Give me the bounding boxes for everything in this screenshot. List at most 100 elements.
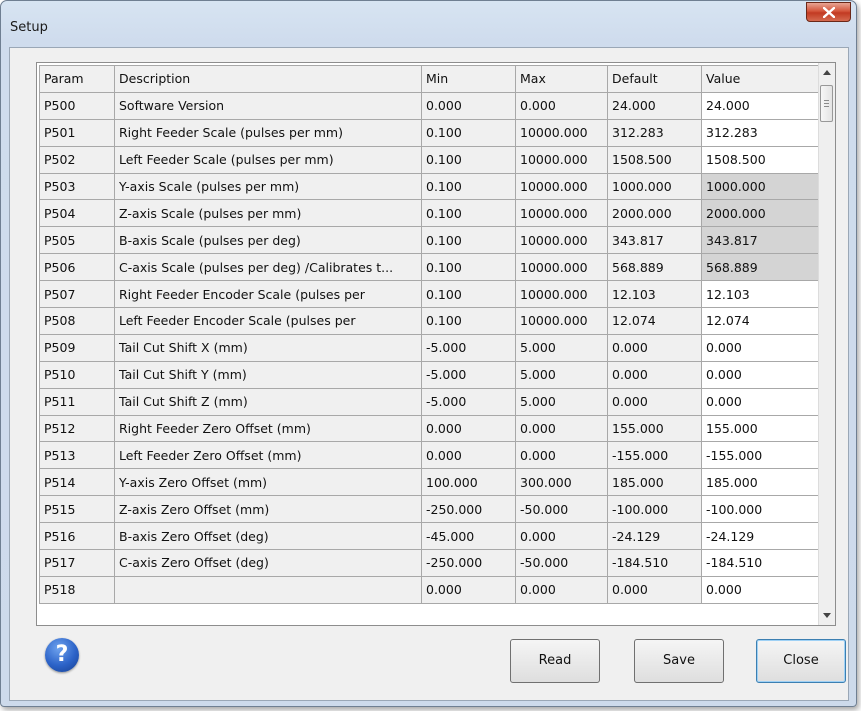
desc-cell: Tail Cut Shift Y (mm) xyxy=(114,360,422,389)
table-row[interactable]: P515 Z-axis Zero Offset (mm) -250.000 -50.0… xyxy=(39,495,821,524)
table-row[interactable]: P503 Y-axis Scale (pulses per mm) 0.100 100… xyxy=(39,172,821,201)
value-cell[interactable]: 0.000 xyxy=(701,333,821,362)
column-header-default[interactable]: Default xyxy=(607,65,702,93)
min-cell: 0.100 xyxy=(421,199,516,228)
table-row[interactable]: P516 B-axis Zero Offset (deg) -45.000 0.000… xyxy=(39,522,821,551)
max-cell: -50.000 xyxy=(515,495,608,524)
param-cell: P514 xyxy=(39,468,115,497)
close-button[interactable]: Close xyxy=(756,639,846,683)
table-row[interactable]: P518 0.000 0.000 0.000 0.000 xyxy=(39,575,821,604)
value-cell: 343.817 xyxy=(701,226,821,255)
column-header-min[interactable]: Min xyxy=(421,65,516,93)
column-header-description[interactable]: Description xyxy=(114,65,422,93)
table-row[interactable]: P505 B-axis Scale (pulses per deg) 0.100 10… xyxy=(39,226,821,255)
default-cell: 0.000 xyxy=(607,360,702,389)
desc-cell: Left Feeder Zero Offset (mm) xyxy=(114,441,422,470)
desc-cell: Tail Cut Shift X (mm) xyxy=(114,333,422,362)
min-cell: -5.000 xyxy=(421,360,516,389)
desc-cell: Tail Cut Shift Z (mm) xyxy=(114,387,422,416)
value-cell[interactable]: -24.129 xyxy=(701,522,821,551)
param-cell: P507 xyxy=(39,280,115,309)
min-cell: 0.100 xyxy=(421,145,516,174)
table-row[interactable]: P513 Left Feeder Zero Offset (mm) 0.000 0.0… xyxy=(39,441,821,470)
value-cell[interactable]: 0.000 xyxy=(701,387,821,416)
desc-cell: Right Feeder Encoder Scale (pulses per xyxy=(114,280,422,309)
max-cell: -50.000 xyxy=(515,549,608,577)
value-cell[interactable]: 12.074 xyxy=(701,307,821,335)
value-cell[interactable]: 24.000 xyxy=(701,91,821,120)
table-row[interactable]: P500 Software Version 0.000 0.000 24.000 24.0… xyxy=(39,91,821,120)
default-cell: -155.000 xyxy=(607,441,702,470)
title-bar[interactable]: Setup xyxy=(1,1,856,35)
value-cell[interactable]: 12.103 xyxy=(701,280,821,309)
param-cell: P518 xyxy=(39,575,115,604)
min-cell: 0.100 xyxy=(421,253,516,282)
help-icon[interactable]: ? xyxy=(45,638,79,672)
min-cell: 0.100 xyxy=(421,118,516,147)
table-row[interactable]: P512 Right Feeder Zero Offset (mm) 0.000 0.… xyxy=(39,414,821,443)
default-cell: 2000.000 xyxy=(607,199,702,228)
table-row[interactable]: P511 Tail Cut Shift Z (mm) -5.000 5.000 0.00… xyxy=(39,387,821,416)
value-cell[interactable]: -155.000 xyxy=(701,441,821,470)
table-row[interactable]: P501 Right Feeder Scale (pulses per mm) 0.… xyxy=(39,118,821,147)
column-header-max[interactable]: Max xyxy=(515,65,608,93)
table-row[interactable]: P510 Tail Cut Shift Y (mm) -5.000 5.000 0.00… xyxy=(39,360,821,389)
default-cell: 24.000 xyxy=(607,91,702,120)
table-row[interactable]: P514 Y-axis Zero Offset (mm) 100.000 300.00… xyxy=(39,468,821,497)
max-cell: 5.000 xyxy=(515,360,608,389)
param-cell: P513 xyxy=(39,441,115,470)
param-cell: P509 xyxy=(39,333,115,362)
default-cell: 0.000 xyxy=(607,387,702,416)
param-cell: P501 xyxy=(39,118,115,147)
max-cell: 300.000 xyxy=(515,468,608,497)
parameter-grid: Param Description Min Max Default Value P500 S… xyxy=(36,62,836,626)
value-cell: 2000.000 xyxy=(701,199,821,228)
desc-cell: Z-axis Scale (pulses per mm) xyxy=(114,199,422,228)
default-cell: 1508.500 xyxy=(607,145,702,174)
save-button[interactable]: Save xyxy=(634,639,724,683)
default-cell: -184.510 xyxy=(607,549,702,577)
column-header-value[interactable]: Value xyxy=(701,65,821,93)
value-cell[interactable]: -100.000 xyxy=(701,495,821,524)
max-cell: 0.000 xyxy=(515,441,608,470)
dialog-body: Param Description Min Max Default Value P500 S… xyxy=(9,47,849,701)
value-cell[interactable]: 1508.500 xyxy=(701,145,821,174)
max-cell: 10000.000 xyxy=(515,280,608,309)
scroll-down-arrow-icon[interactable] xyxy=(819,607,835,624)
param-cell: P516 xyxy=(39,522,115,551)
table-row[interactable]: P509 Tail Cut Shift X (mm) -5.000 5.000 0.00… xyxy=(39,333,821,362)
table-row[interactable]: P508 Left Feeder Encoder Scale (pulses pe… xyxy=(39,307,821,335)
desc-cell: Z-axis Zero Offset (mm) xyxy=(114,495,422,524)
value-cell[interactable]: -184.510 xyxy=(701,549,821,577)
min-cell: -250.000 xyxy=(421,495,516,524)
desc-cell: Right Feeder Zero Offset (mm) xyxy=(114,414,422,443)
value-cell[interactable]: 0.000 xyxy=(701,360,821,389)
window-close-button[interactable] xyxy=(806,2,851,22)
default-cell: 12.103 xyxy=(607,280,702,309)
desc-cell: Left Feeder Encoder Scale (pulses per xyxy=(114,307,422,335)
column-header-param[interactable]: Param xyxy=(39,65,115,93)
value-cell: 1000.000 xyxy=(701,172,821,201)
default-cell: 185.000 xyxy=(607,468,702,497)
max-cell: 0.000 xyxy=(515,575,608,604)
read-button[interactable]: Read xyxy=(510,639,600,683)
window-title: Setup xyxy=(10,20,48,35)
desc-cell: Right Feeder Scale (pulses per mm) xyxy=(114,118,422,147)
param-cell: P503 xyxy=(39,172,115,201)
value-cell[interactable]: 155.000 xyxy=(701,414,821,443)
table-row[interactable]: P504 Z-axis Scale (pulses per mm) 0.100 100… xyxy=(39,199,821,228)
scroll-up-arrow-icon[interactable] xyxy=(819,64,835,81)
table-row[interactable]: P507 Right Feeder Encoder Scale (pulses p… xyxy=(39,280,821,309)
min-cell: 0.000 xyxy=(421,575,516,604)
value-cell[interactable]: 0.000 xyxy=(701,575,821,604)
table-row[interactable]: P517 C-axis Zero Offset (deg) -250.000 -50.… xyxy=(39,549,821,577)
scroll-thumb[interactable] xyxy=(820,85,833,122)
value-cell[interactable]: 185.000 xyxy=(701,468,821,497)
table-row[interactable]: P502 Left Feeder Scale (pulses per mm) 0.1… xyxy=(39,145,821,174)
table-row[interactable]: P506 C-axis Scale (pulses per deg) /Calib… xyxy=(39,253,821,282)
default-cell: -24.129 xyxy=(607,522,702,551)
vertical-scrollbar[interactable] xyxy=(818,63,835,625)
min-cell: 0.000 xyxy=(421,414,516,443)
default-cell: 155.000 xyxy=(607,414,702,443)
value-cell[interactable]: 312.283 xyxy=(701,118,821,147)
